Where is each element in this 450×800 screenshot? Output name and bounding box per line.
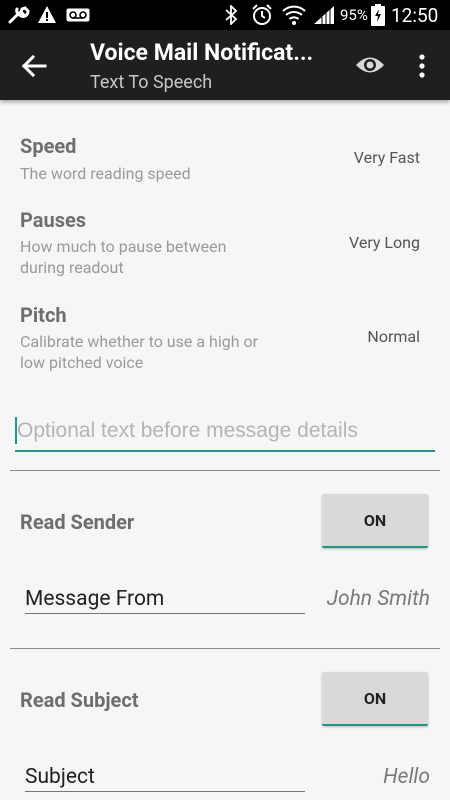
read-sender-toggle[interactable]: ON bbox=[322, 494, 428, 548]
back-arrow-icon[interactable] bbox=[20, 52, 48, 80]
read-subject-toggle[interactable]: ON bbox=[322, 672, 428, 726]
wrench-icon bbox=[8, 6, 30, 24]
read-sender-label: Read Sender bbox=[20, 510, 135, 534]
divider bbox=[10, 470, 440, 471]
pref-pitch-title: Pitch bbox=[20, 303, 67, 327]
warning-icon bbox=[38, 6, 56, 23]
prefix-text-input[interactable] bbox=[17, 414, 427, 448]
settings-content: Speed The word reading speed Very Fast P… bbox=[0, 100, 450, 800]
pref-pauses-summary: How much to pause between during readout bbox=[20, 237, 227, 277]
subject-prefix-input[interactable]: Subject bbox=[25, 765, 305, 792]
sender-prefix-input[interactable]: Message From bbox=[25, 587, 305, 614]
pref-speed-value: Very Fast bbox=[353, 148, 420, 167]
pref-pitch-value: Normal bbox=[367, 327, 420, 346]
subject-example-value: Hello bbox=[383, 765, 430, 789]
alarm-icon bbox=[252, 4, 272, 25]
signal-icon bbox=[314, 6, 334, 24]
app-subtitle: Text To Speech bbox=[90, 72, 213, 93]
app-title: Voice Mail Notificat... bbox=[90, 39, 314, 66]
read-subject-label: Read Subject bbox=[20, 688, 139, 712]
prefix-text-field[interactable] bbox=[15, 414, 435, 452]
pref-speed-summary: The word reading speed bbox=[20, 164, 191, 183]
wifi-icon bbox=[282, 5, 306, 25]
pref-pitch-summary: Calibrate whether to use a high or low p… bbox=[20, 332, 259, 372]
divider bbox=[10, 648, 440, 649]
pref-pauses-value: Very Long bbox=[349, 233, 420, 252]
voicemail-icon bbox=[66, 8, 90, 22]
battery-charging-icon bbox=[371, 4, 385, 26]
pref-speed-title: Speed bbox=[20, 134, 77, 158]
pref-pauses-title: Pauses bbox=[20, 208, 87, 232]
more-vert-icon[interactable] bbox=[414, 52, 430, 80]
battery-percent: 95% bbox=[340, 6, 368, 24]
sender-example-value: John Smith bbox=[326, 587, 430, 611]
eye-icon[interactable] bbox=[355, 54, 385, 76]
status-clock: 12:50 bbox=[391, 4, 439, 27]
app-bar: Voice Mail Notificat... Text To Speech bbox=[0, 30, 450, 100]
bluetooth-icon bbox=[225, 5, 238, 25]
status-bar: 95% 12:50 bbox=[0, 0, 450, 30]
